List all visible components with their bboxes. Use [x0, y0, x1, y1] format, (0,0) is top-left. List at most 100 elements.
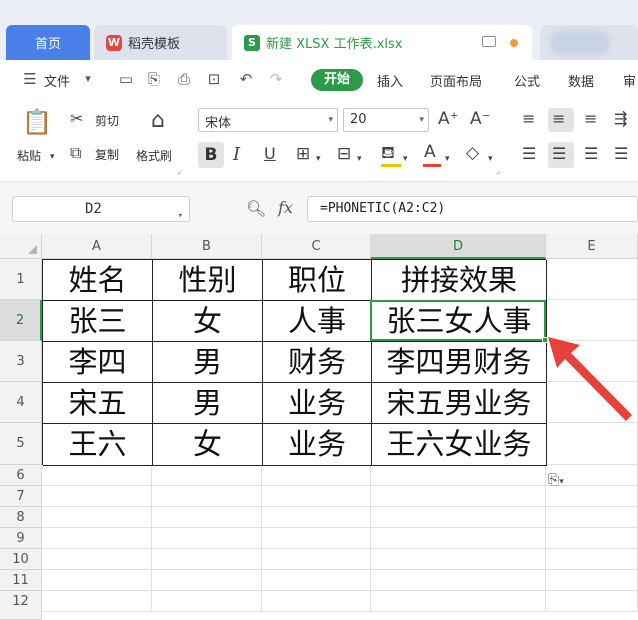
- cell[interactable]: [42, 591, 152, 612]
- cell[interactable]: [42, 549, 152, 570]
- cell[interactable]: [371, 486, 546, 507]
- row-header[interactable]: 3: [0, 341, 42, 382]
- cell[interactable]: [152, 486, 262, 507]
- column-header[interactable]: E: [546, 234, 638, 259]
- cell[interactable]: [262, 549, 371, 570]
- table-cell[interactable]: 业务: [263, 383, 372, 424]
- table-cell[interactable]: 张三: [43, 301, 153, 342]
- row-header[interactable]: 6: [0, 465, 42, 486]
- cell[interactable]: [371, 528, 546, 549]
- tab-file[interactable]: S 新建 XLSX 工作表.xlsx: [232, 25, 532, 60]
- cell[interactable]: [152, 570, 262, 591]
- format-painter-icon[interactable]: ⌂: [144, 108, 172, 134]
- format-painter-button[interactable]: 格式刷: [136, 147, 172, 164]
- copy-icon[interactable]: ⧉: [70, 144, 81, 162]
- align-middle-icon[interactable]: ≡: [552, 110, 565, 128]
- align-right-icon[interactable]: ☰: [584, 145, 598, 163]
- menu-data[interactable]: 数据: [568, 71, 594, 90]
- paste-button[interactable]: 粘贴: [17, 147, 41, 164]
- copy-button[interactable]: 复制: [95, 146, 119, 163]
- cell[interactable]: [546, 259, 638, 300]
- eraser-icon[interactable]: ◇: [466, 144, 479, 162]
- align-top-icon[interactable]: ≡: [522, 110, 535, 128]
- cell[interactable]: [42, 465, 152, 486]
- cell[interactable]: [42, 486, 152, 507]
- chevron-down-icon[interactable]: ▾: [445, 150, 450, 168]
- justify-icon[interactable]: ☰: [614, 145, 628, 163]
- tab-templates[interactable]: W 稻壳模板: [94, 25, 227, 60]
- cell[interactable]: [262, 591, 371, 612]
- align-center-icon[interactable]: ☰: [552, 145, 566, 163]
- formula-input[interactable]: =PHONETIC(A2:C2): [307, 196, 638, 222]
- cell[interactable]: [42, 507, 152, 528]
- select-all-corner[interactable]: [0, 234, 42, 259]
- row-header[interactable]: 8: [0, 507, 42, 528]
- table-cell[interactable]: 业务: [263, 424, 372, 466]
- decrease-font-icon[interactable]: A⁻: [470, 110, 491, 128]
- cell[interactable]: [546, 423, 638, 465]
- cell-header[interactable]: 性别: [153, 260, 263, 301]
- spreadsheet-grid[interactable]: A B C D E 1 2 3 4 5 6 7 8 9 10 11 12 姓名 …: [0, 234, 638, 620]
- row-header[interactable]: 11: [0, 570, 42, 591]
- group-expand-icon[interactable]: ⌟: [177, 162, 181, 180]
- menu-insert[interactable]: 插入: [377, 71, 403, 90]
- cell[interactable]: [371, 549, 546, 570]
- paste-options-button[interactable]: ⎘▾: [548, 472, 584, 494]
- wrap-icon[interactable]: ⇶: [614, 110, 627, 128]
- font-name-select[interactable]: 宋体 ▾: [198, 108, 338, 132]
- chevron-down-icon[interactable]: ▾: [403, 150, 408, 168]
- cell[interactable]: [152, 507, 262, 528]
- row-header[interactable]: 2: [0, 300, 42, 341]
- chevron-down-icon[interactable]: ▾: [357, 150, 362, 168]
- save-icon[interactable]: ▭: [118, 71, 134, 87]
- table-cell[interactable]: 男: [153, 342, 263, 383]
- tab-blurred[interactable]: [540, 25, 638, 60]
- table-cell[interactable]: 男: [153, 383, 263, 424]
- align-left-icon[interactable]: ☰: [522, 145, 536, 163]
- name-box[interactable]: D2 ▾: [12, 196, 190, 222]
- cell[interactable]: [152, 591, 262, 612]
- row-header[interactable]: 7: [0, 486, 42, 507]
- table-cell[interactable]: 王六女业务: [372, 424, 547, 466]
- font-size-select[interactable]: 20 ▾: [343, 108, 429, 132]
- group-expand-icon[interactable]: ⌟: [496, 162, 500, 180]
- table-cell[interactable]: 李四男财务: [372, 342, 547, 383]
- cut-button[interactable]: 剪切: [95, 112, 119, 129]
- align-bottom-icon[interactable]: ≡: [584, 110, 597, 128]
- column-header[interactable]: B: [152, 234, 262, 259]
- cell-header[interactable]: 拼接效果: [372, 260, 547, 301]
- cell[interactable]: [371, 465, 546, 486]
- export-icon[interactable]: ⎘: [146, 71, 162, 87]
- table-cell[interactable]: 王六: [43, 424, 153, 466]
- menu-file[interactable]: 文件: [44, 71, 70, 90]
- cell[interactable]: [371, 570, 546, 591]
- underline-button[interactable]: U: [264, 145, 276, 163]
- row-header[interactable]: 4: [0, 382, 42, 423]
- monitor-icon[interactable]: [482, 36, 496, 47]
- table-cell[interactable]: 宋五: [43, 383, 153, 424]
- cell[interactable]: [546, 528, 638, 549]
- column-header[interactable]: A: [42, 234, 152, 259]
- scissors-icon[interactable]: ✂: [70, 110, 83, 128]
- cell-header[interactable]: 姓名: [43, 260, 153, 301]
- bold-button[interactable]: B: [198, 142, 224, 168]
- chevron-down-icon[interactable]: ▾: [80, 71, 96, 87]
- redo-icon[interactable]: ↷: [268, 71, 284, 87]
- fill-color-icon[interactable]: ⛾: [381, 144, 395, 162]
- cell[interactable]: [546, 507, 638, 528]
- font-color-icon[interactable]: A: [424, 143, 436, 161]
- row-header[interactable]: 10: [0, 549, 42, 570]
- hamburger-icon[interactable]: ☰: [22, 71, 38, 87]
- cell[interactable]: [546, 549, 638, 570]
- menu-start[interactable]: 开始: [311, 69, 363, 91]
- border-icon[interactable]: ⊞: [296, 145, 310, 163]
- print-preview-icon[interactable]: ⊡: [206, 71, 222, 87]
- menu-page-layout[interactable]: 页面布局: [430, 71, 482, 90]
- cell[interactable]: [371, 507, 546, 528]
- table-cell[interactable]: 女: [153, 301, 263, 342]
- cell[interactable]: [152, 549, 262, 570]
- row-header[interactable]: 5: [0, 423, 42, 465]
- italic-button[interactable]: I: [233, 146, 240, 164]
- menu-review[interactable]: 审: [623, 71, 636, 90]
- print-icon[interactable]: ⎙: [176, 71, 192, 87]
